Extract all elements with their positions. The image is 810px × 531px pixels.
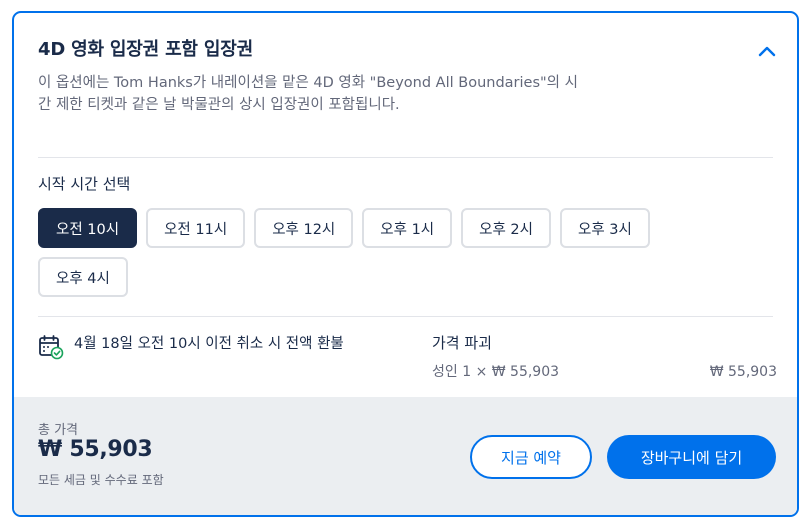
time-option-button[interactable]: 오전 11시 — [146, 208, 246, 248]
price-row-label: 성인 1 × ₩ 55,903 — [432, 364, 560, 380]
start-time-options: 오전 10시 오전 11시 오후 12시 오후 1시 오후 2시 오후 3시 오… — [38, 208, 688, 297]
cancellation-text: 4월 18일 오전 10시 이전 취소 시 전액 환불 — [74, 336, 344, 352]
total-price-note: 모든 세금 및 수수료 포함 — [38, 473, 164, 487]
price-breakdown-row: 성인 1 × ₩ 55,903 ₩ 55,903 — [432, 362, 777, 382]
option-header[interactable]: 4D 영화 입장권 포함 입장권 — [38, 37, 781, 65]
price-breakdown: 가격 파괴 성인 1 × ₩ 55,903 ₩ 55,903 — [432, 332, 777, 382]
reserve-now-button[interactable]: 지금 예약 — [470, 435, 592, 479]
chevron-up-icon — [758, 46, 776, 57]
divider — [38, 157, 773, 158]
price-breakdown-title: 가격 파괴 — [432, 334, 492, 352]
time-option-button[interactable]: 오후 3시 — [560, 208, 650, 248]
time-option-button[interactable]: 오후 2시 — [461, 208, 551, 248]
option-description: 이 옵션에는 Tom Hanks가 내레이션을 맡은 4D 영화 "Beyond… — [38, 75, 578, 113]
time-option-button[interactable]: 오후 4시 — [38, 257, 128, 297]
time-option-button[interactable]: 오후 1시 — [362, 208, 453, 248]
option-title: 4D 영화 입장권 포함 입장권 — [38, 39, 253, 60]
time-option-button[interactable]: 오전 10시 — [38, 208, 138, 248]
price-row-amount: ₩ 55,903 — [709, 364, 777, 380]
time-option-button[interactable]: 오후 12시 — [254, 208, 354, 248]
start-time-label: 시작 시간 선택 — [38, 175, 131, 193]
ticket-option-card: 4D 영화 입장권 포함 입장권 이 옵션에는 Tom Hanks가 내레이션을… — [12, 11, 799, 517]
cancellation-policy: 4월 18일 오전 10시 이전 취소 시 전액 환불 — [38, 333, 368, 360]
collapse-button[interactable] — [753, 37, 781, 65]
total-price-label: 총 가격 — [38, 423, 79, 438]
total-price-value: ₩ 55,903 — [38, 437, 153, 462]
calendar-check-icon — [39, 335, 64, 360]
checkout-footer: 총 가격 ₩ 55,903 모든 세금 및 수수료 포함 지금 예약 장바구니에… — [14, 397, 797, 515]
add-to-cart-button[interactable]: 장바구니에 담기 — [607, 435, 776, 479]
divider — [38, 316, 773, 317]
